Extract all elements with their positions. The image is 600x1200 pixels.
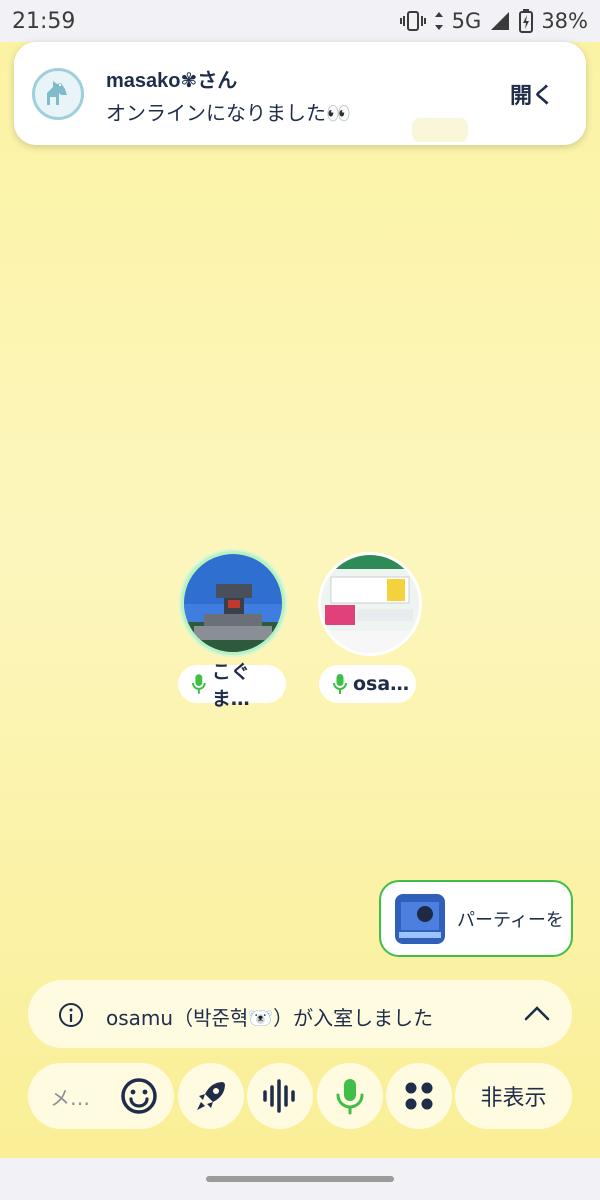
mic-active-icon — [192, 674, 206, 694]
mic-active-icon — [333, 674, 347, 694]
participant-name-pill[interactable]: こぐま… — [178, 661, 286, 710]
online-notification[interactable]: masako✾さん オンラインになりました👀 開く — [14, 42, 586, 145]
party-card[interactable]: パーティーを — [379, 880, 573, 957]
chevron-up-icon[interactable] — [524, 1004, 550, 1022]
participant-avatar[interactable] — [318, 552, 422, 656]
network-type: 5G — [451, 9, 482, 33]
open-button[interactable]: 開く — [510, 78, 554, 110]
party-label: パーティーを — [457, 909, 564, 931]
system-message-text: osamu（박준혁🐻‍❄️）が入室しました — [106, 1006, 434, 1030]
party-thumbnail — [395, 893, 445, 944]
menu-button[interactable] — [386, 1063, 452, 1129]
microphone-icon — [336, 1079, 364, 1115]
avatar-photo — [184, 554, 282, 652]
data-arrows-icon — [434, 12, 443, 30]
notification-body: オンラインになりました👀 — [106, 101, 351, 125]
rocket-button[interactable] — [178, 1063, 244, 1129]
battery-charging-icon — [519, 9, 534, 33]
mic-button[interactable] — [317, 1063, 383, 1129]
emoji-icon[interactable] — [120, 1077, 158, 1115]
message-input[interactable]: メ… — [50, 1082, 90, 1111]
horse-icon — [47, 81, 67, 105]
clock: 21:59 — [12, 8, 76, 34]
status-indicators: 5G 38% — [399, 9, 588, 33]
signal-icon — [491, 12, 510, 30]
notification-background-sticker — [412, 118, 468, 142]
participant-name: osa… — [353, 673, 410, 695]
sound-wave-icon — [263, 1079, 295, 1113]
navigation-bar — [0, 1158, 600, 1200]
rocket-icon — [197, 1082, 225, 1110]
grid-dots-icon — [405, 1082, 433, 1110]
vibrate-icon — [399, 11, 426, 31]
gesture-handle[interactable] — [206, 1176, 394, 1182]
message-input-area[interactable]: メ… — [28, 1063, 174, 1129]
notification-avatar — [32, 68, 84, 120]
notification-title: masako✾さん — [106, 70, 238, 92]
voice-effect-button[interactable] — [247, 1063, 313, 1129]
system-message[interactable]: osamu（박준혁🐻‍❄️）が入室しました — [28, 980, 572, 1048]
avatar-photo — [321, 555, 419, 653]
status-bar: 21:59 5G 38% — [0, 0, 600, 42]
info-icon — [59, 1003, 83, 1027]
participant-name-pill[interactable]: osa… — [319, 665, 416, 703]
hide-button[interactable]: 非表示 — [455, 1063, 572, 1129]
participant-avatar[interactable] — [181, 551, 285, 655]
battery-percent: 38% — [541, 9, 588, 33]
participant-name: こぐま… — [211, 661, 250, 710]
